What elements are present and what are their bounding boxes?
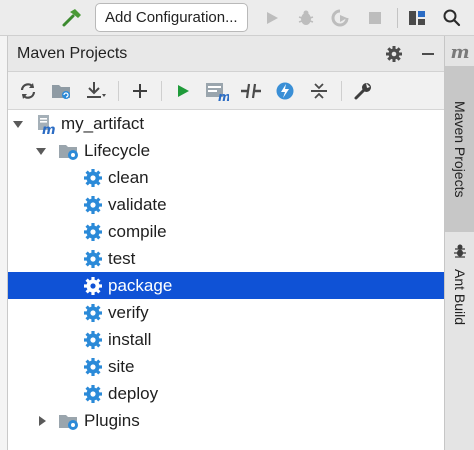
main-toolbar: Add Configuration... bbox=[0, 0, 474, 36]
right-tool-stripe: m Maven Projects Ant Build bbox=[444, 36, 474, 450]
goal-label: test bbox=[108, 249, 136, 268]
settings-wrench-icon[interactable] bbox=[351, 79, 375, 103]
run-configuration-dropdown[interactable]: Add Configuration... bbox=[95, 3, 248, 32]
tab-ant-build[interactable]: Ant Build bbox=[445, 262, 474, 332]
stop-icon[interactable] bbox=[363, 6, 387, 30]
maven-logo-letter: m bbox=[450, 41, 470, 63]
maven-module-icon: m bbox=[38, 115, 56, 135]
goal-label: install bbox=[108, 330, 152, 349]
tree-goal-package[interactable]: package bbox=[8, 272, 445, 299]
collapse-all-icon[interactable] bbox=[307, 79, 331, 103]
toggle-offline-icon[interactable] bbox=[239, 79, 263, 103]
goal-label: site bbox=[108, 357, 135, 376]
tool-window-title: Maven Projects bbox=[17, 45, 128, 62]
tree-goal-test[interactable]: test bbox=[8, 245, 445, 272]
coverage-icon[interactable] bbox=[328, 6, 352, 30]
tree-goal-compile[interactable]: compile bbox=[8, 218, 445, 245]
plugins-folder-icon bbox=[59, 415, 78, 430]
goal-label: package bbox=[108, 276, 173, 295]
tree-goal-verify[interactable]: verify bbox=[8, 299, 445, 326]
plugins-label: Plugins bbox=[84, 411, 140, 430]
goal-gear-icon bbox=[84, 169, 102, 187]
tree-node-plugins[interactable]: Plugins bbox=[8, 407, 445, 434]
project-name: my_artifact bbox=[61, 114, 145, 133]
goal-gear-icon bbox=[84, 250, 102, 268]
tab-maven-projects[interactable]: Maven Projects bbox=[445, 66, 474, 232]
add-icon[interactable] bbox=[128, 79, 152, 103]
goal-gear-icon bbox=[84, 277, 102, 295]
ant-icon bbox=[445, 238, 474, 262]
lifecycle-label: Lifecycle bbox=[84, 141, 151, 160]
goal-gear-icon bbox=[84, 304, 102, 322]
tab-label: Maven Projects bbox=[452, 100, 468, 198]
goal-gear-icon bbox=[84, 358, 102, 376]
goal-label: validate bbox=[108, 195, 167, 214]
expand-down-icon[interactable] bbox=[12, 118, 24, 130]
skip-tests-icon[interactable] bbox=[273, 79, 297, 103]
goal-gear-icon bbox=[84, 196, 102, 214]
maven-projects-window: Maven Projects m my_artifact Lifecycle c… bbox=[7, 36, 445, 450]
editor-edge bbox=[0, 36, 7, 450]
goal-label: deploy bbox=[108, 384, 159, 403]
toolbar-separator bbox=[118, 81, 119, 101]
tool-window-header: Maven Projects bbox=[8, 36, 445, 72]
execute-maven-goal-icon[interactable]: m bbox=[205, 79, 229, 103]
debug-icon[interactable] bbox=[294, 6, 318, 30]
goal-gear-icon bbox=[84, 331, 102, 349]
search-icon[interactable] bbox=[440, 6, 464, 30]
maven-logo-icon: m bbox=[445, 40, 474, 64]
toolbar-separator bbox=[397, 8, 398, 28]
expand-right-icon[interactable] bbox=[36, 415, 48, 427]
tree-goal-validate[interactable]: validate bbox=[8, 191, 445, 218]
tree-goal-clean[interactable]: clean bbox=[8, 164, 445, 191]
expand-down-icon[interactable] bbox=[35, 145, 47, 157]
goal-label: verify bbox=[108, 303, 149, 322]
toolbar-separator bbox=[341, 81, 342, 101]
goal-gear-icon bbox=[84, 223, 102, 241]
tab-label: Ant Build bbox=[452, 268, 468, 326]
build-hammer-icon[interactable] bbox=[60, 6, 84, 30]
maven-toolbar: m bbox=[8, 72, 445, 110]
hide-minus-icon[interactable] bbox=[416, 42, 440, 66]
tree-node-project[interactable]: m my_artifact bbox=[8, 110, 445, 137]
tree-goal-deploy[interactable]: deploy bbox=[8, 380, 445, 407]
goal-label: clean bbox=[108, 168, 149, 187]
reimport-icon[interactable] bbox=[16, 79, 40, 103]
project-structure-icon[interactable] bbox=[405, 6, 429, 30]
goal-label: compile bbox=[108, 222, 167, 241]
gear-icon[interactable] bbox=[382, 42, 406, 66]
download-icon[interactable] bbox=[84, 79, 108, 103]
goal-gear-icon bbox=[84, 385, 102, 403]
toolbar-separator bbox=[161, 81, 162, 101]
run-icon[interactable] bbox=[260, 6, 284, 30]
tree-goal-site[interactable]: site bbox=[8, 353, 445, 380]
tree-node-lifecycle[interactable]: Lifecycle bbox=[8, 137, 445, 164]
run-maven-build-icon[interactable] bbox=[171, 79, 195, 103]
svg-text:m: m bbox=[42, 123, 56, 135]
generate-sources-icon[interactable] bbox=[50, 79, 74, 103]
svg-text:m: m bbox=[218, 90, 229, 102]
tree-goal-install[interactable]: install bbox=[8, 326, 445, 353]
lifecycle-folder-icon bbox=[59, 145, 78, 160]
